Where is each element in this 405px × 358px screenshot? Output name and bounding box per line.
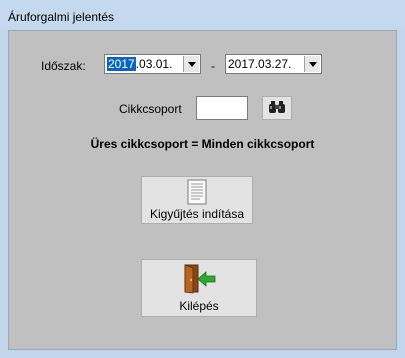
group-input[interactable]: [196, 96, 248, 120]
document-icon: [187, 179, 207, 205]
title-bar[interactable]: Áruforgalmi jelentés: [0, 0, 405, 29]
exit-door-icon: [184, 264, 216, 294]
date-from-value[interactable]: 2017.03.01.: [107, 57, 172, 71]
group-search-button[interactable]: [262, 96, 292, 120]
date-to-value[interactable]: 2017.03.27.: [228, 57, 291, 71]
exit-label: Kilépés: [179, 299, 219, 313]
group-hint-text: Üres cikkcsoport = Minden cikkcsoport: [90, 137, 315, 151]
date-to-combo[interactable]: 2017.03.27.: [225, 54, 322, 74]
exit-button[interactable]: Kilépés: [141, 259, 257, 317]
date-from-rest-text: .03.01.: [135, 57, 173, 71]
date-from-selected-text: 2017: [107, 57, 136, 71]
group-label: Cikkcsoport: [119, 102, 182, 116]
date-from-dropdown-icon[interactable]: [183, 56, 199, 72]
start-collection-label: Kigyűjtés indítása: [149, 207, 245, 221]
date-from-combo[interactable]: 2017.03.01.: [104, 54, 201, 74]
period-label: Időszak:: [41, 59, 86, 73]
window-title: Áruforgalmi jelentés: [8, 10, 115, 24]
date-to-dropdown-icon[interactable]: [304, 56, 320, 72]
start-collection-button[interactable]: Kigyűjtés indítása: [141, 176, 253, 224]
form-panel: Időszak: 2017.03.01. - 2017.03.27. Cikkc…: [8, 30, 397, 350]
window: Áruforgalmi jelentés Időszak: 2017.03.01…: [0, 0, 405, 358]
binoculars-icon: [269, 101, 285, 113]
period-separator: -: [211, 59, 215, 73]
